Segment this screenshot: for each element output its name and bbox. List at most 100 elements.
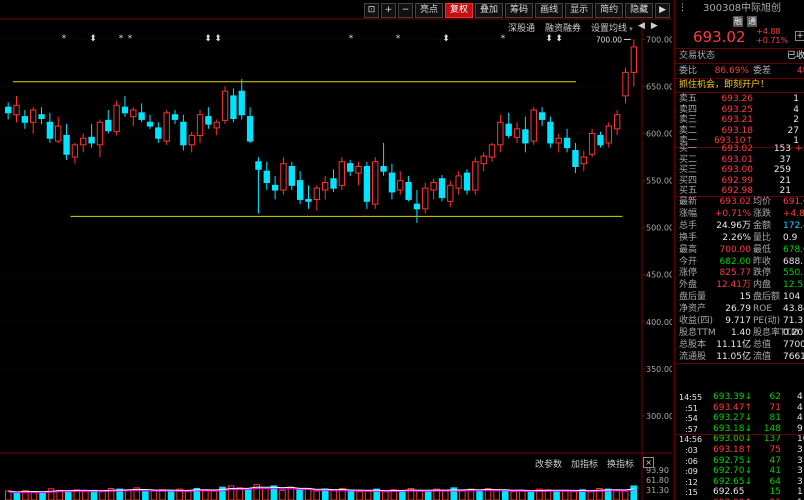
candle-body [388,172,396,193]
simple-button[interactable]: 简约 [595,3,624,18]
tick-time: :03 [685,446,698,455]
draw-line-button[interactable]: 画线 [535,3,564,18]
volume-bar [510,491,518,500]
candle-body [430,181,437,191]
stat-row: 外盘 12.41万 内盘 12.55 [675,280,804,291]
candle-body [547,121,554,144]
margin-trading-link[interactable]: 融资融券 [545,21,581,34]
candle-body [188,134,195,146]
volume-bar [262,487,269,500]
candle-body [555,137,562,144]
bid-level-row[interactable]: 买一 693.02 153 +1 [675,144,804,155]
candle-body [497,121,504,146]
promo-text[interactable]: 抓住机会，即刻开户！ [679,80,769,91]
candle-body [338,161,346,186]
stat-value: 691.0 [783,197,804,207]
overlay-button[interactable]: 叠加 [475,3,504,18]
adjust-button[interactable]: 复权 [445,3,474,18]
tick-time: :51 [685,403,698,413]
stat-label: 内盘 [753,280,772,291]
y-tick-label: 500.00 [646,224,672,233]
stat-label: 流值 [753,351,772,362]
plus-icon[interactable]: + [381,3,396,18]
quote-panel: ⋮ 300308 中际旭创 融 通 693.02 +4.88 +0.71% + … [674,0,804,500]
menu-icon[interactable]: ⋮ [678,3,687,14]
volume-bar [330,489,338,500]
kline-chart-pane[interactable]: 700.00 650.00 600.00 550.00 500.00 450.00 400.… [0,0,672,500]
stat-value: 11.11亿 [716,339,751,350]
tick-volume: 41 [769,466,781,477]
tick-count: 4 [797,413,803,424]
candle-body [313,187,321,200]
ask-level-row[interactable]: 卖五 693.26 1 [675,94,804,105]
divider [675,78,804,79]
stat-value: 15 [739,292,751,303]
sz-connect-link[interactable]: 深股通 [508,21,535,34]
stat-value: 700.00 [719,244,752,255]
ma-settings-dropdown[interactable]: 设置均线 [591,21,633,34]
trade-status-value: 已收 [787,51,804,61]
stock-name: 中际旭创 [741,3,781,14]
candle-body [355,165,362,174]
bid-level-row[interactable]: 买三 693.00 259 [675,165,804,176]
stat-label: 最高 [679,244,698,255]
candle-body [572,149,579,167]
price-change-pct: +0.71% [756,36,789,45]
candle-body [413,203,421,210]
chart-scroll-arrows: ◀ ▶ [638,21,658,31]
ask-volume: 2 [793,115,799,125]
stat-value: 688.1 [783,256,804,267]
stat-label: 今开 [679,256,698,267]
ask-level-row[interactable]: 卖四 693.25 4 [675,105,804,116]
add-indicator-button[interactable]: 加指标 [571,457,598,470]
volume-bar [476,490,483,500]
scroll-right-icon[interactable]: ▶ [651,21,658,31]
volume-bar [167,489,175,500]
y-tick-label: 600.00 [646,130,672,139]
display-button[interactable]: 显示 [565,3,594,18]
close-icon[interactable]: × [643,457,655,468]
event-marker: * [349,34,354,44]
tick-count: 4 [797,402,803,413]
volume-bar [142,491,149,500]
tick-row: :03 693.18↑ 75 3 [675,445,804,456]
bid-level-row[interactable]: 买四 692.99 21 [675,176,804,187]
edit-params-button[interactable]: 改参数 [535,457,562,470]
trade-status-label: 交易状态 [679,51,716,61]
scroll-left-icon[interactable]: ◀ [638,21,645,31]
candle-body [155,127,162,139]
volume-bar [613,489,620,500]
event-marker: * [128,34,133,44]
stock-tags: 融 通 [675,16,804,27]
stat-label: ROE [753,304,773,315]
stat-row: 收益(四) 9.717 PE(动) 71.3 [675,316,804,327]
event-marker: ⬍ [89,34,97,44]
kline-chart[interactable]: 700.00 650.00 600.00 550.00 500.00 450.00 400.… [0,0,672,500]
candle-body [96,121,104,146]
add-watchlist-icon[interactable]: + [795,31,804,41]
tick-time: :15 [685,488,698,498]
minus-icon[interactable]: − [398,3,413,18]
bid-level-label: 买三 [679,165,698,175]
divider [675,363,804,364]
volume-bar [47,488,55,500]
highlight-button[interactable]: 亮点 [415,3,444,18]
candle-body [447,184,454,202]
bid-volume: 21 [779,175,791,186]
event-marker: ⬍ [545,34,553,44]
candle-body [196,114,204,136]
hide-button[interactable]: 隐藏 [625,3,654,18]
lock-icon[interactable]: ⊡ [364,3,379,18]
play-icon[interactable]: ▶ [655,3,671,18]
ask-level-row[interactable]: 卖二 693.18 27 [675,126,804,137]
last-price: 693.02 [693,28,746,46]
stat-label: 最新 [679,197,698,207]
stat-row: 流通股 11.05亿 流值 7661 [675,352,804,363]
chips-button[interactable]: 筹码 [505,3,534,18]
event-marker: ⬍ [555,34,563,44]
switch-indicator-button[interactable]: 换指标 [607,457,634,470]
promo-banner[interactable]: 抓住机会，即刻开户！ [675,80,804,91]
ask-level-row[interactable]: 卖三 693.21 2 [675,115,804,126]
bid-level-row[interactable]: 买二 693.01 37 [675,155,804,166]
candle-body [588,133,596,155]
